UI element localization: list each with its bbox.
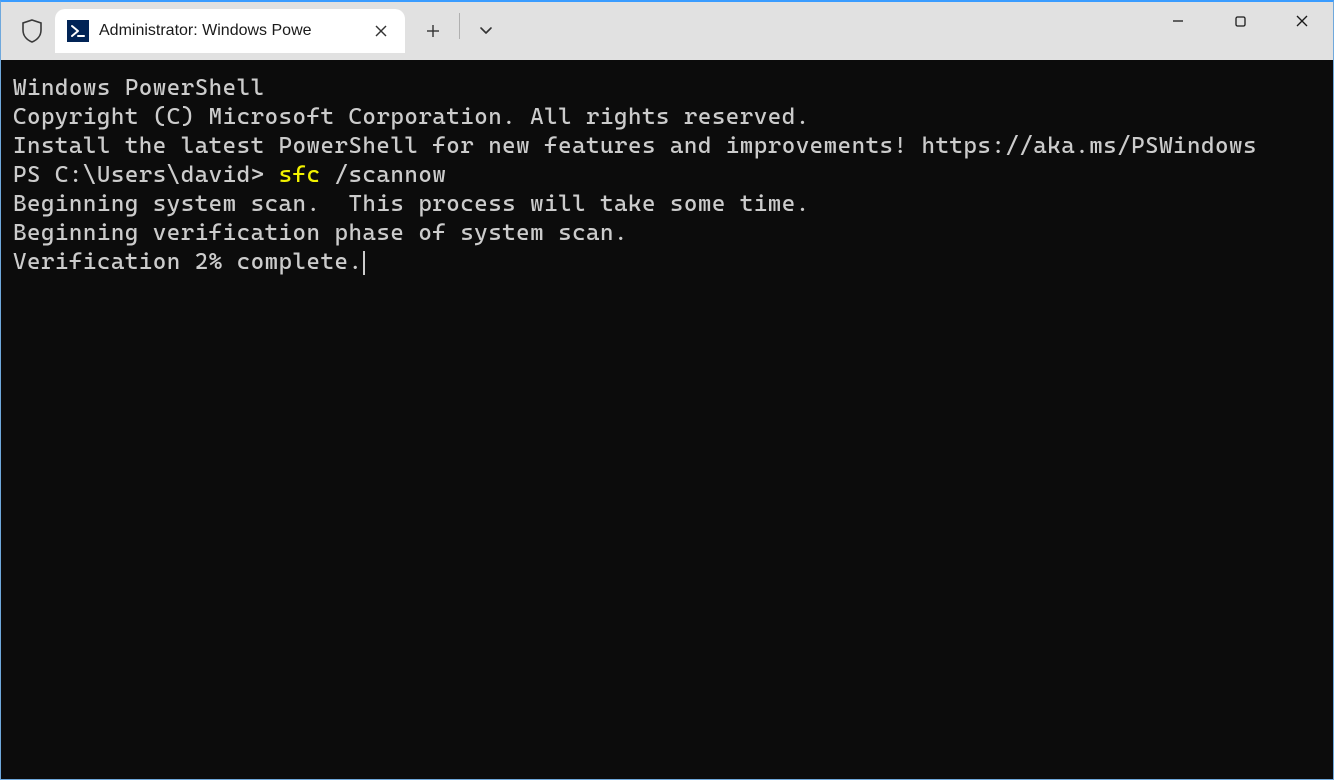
verification-text: Verification 2% complete. bbox=[13, 249, 362, 275]
new-tab-button[interactable] bbox=[411, 9, 455, 53]
titlebar: Administrator: Windows Powe bbox=[1, 2, 1333, 60]
minimize-button[interactable] bbox=[1147, 2, 1209, 40]
command-args: /scannow bbox=[321, 162, 447, 188]
prompt: PS C:\Users\david> bbox=[13, 162, 279, 188]
tab-title: Administrator: Windows Powe bbox=[99, 22, 361, 40]
terminal-line: Windows PowerShell bbox=[13, 74, 1321, 103]
divider bbox=[459, 13, 460, 39]
close-button[interactable] bbox=[1271, 2, 1333, 40]
terminal-line: Copyright (C) Microsoft Corporation. All… bbox=[13, 103, 1321, 132]
terminal-window: Administrator: Windows Powe bbox=[0, 0, 1334, 780]
terminal-line: Verification 2% complete. bbox=[13, 248, 1321, 277]
tab-dropdown-button[interactable] bbox=[464, 9, 508, 53]
terminal-output[interactable]: Windows PowerShellCopyright (C) Microsof… bbox=[1, 60, 1333, 779]
cursor bbox=[363, 251, 365, 275]
command-name: sfc bbox=[279, 162, 321, 188]
terminal-line: Install the latest PowerShell for new fe… bbox=[13, 132, 1321, 161]
powershell-icon bbox=[67, 20, 89, 42]
maximize-button[interactable] bbox=[1209, 2, 1271, 40]
window-controls bbox=[1147, 2, 1333, 40]
terminal-prompt-line: PS C:\Users\david> sfc /scannow bbox=[13, 161, 1321, 190]
tab-close-button[interactable] bbox=[367, 17, 395, 45]
titlebar-left: Administrator: Windows Powe bbox=[1, 2, 508, 60]
tab-active[interactable]: Administrator: Windows Powe bbox=[55, 9, 405, 53]
shield-icon[interactable] bbox=[15, 11, 49, 51]
terminal-line: Beginning verification phase of system s… bbox=[13, 219, 1321, 248]
terminal-line: Beginning system scan. This process will… bbox=[13, 190, 1321, 219]
